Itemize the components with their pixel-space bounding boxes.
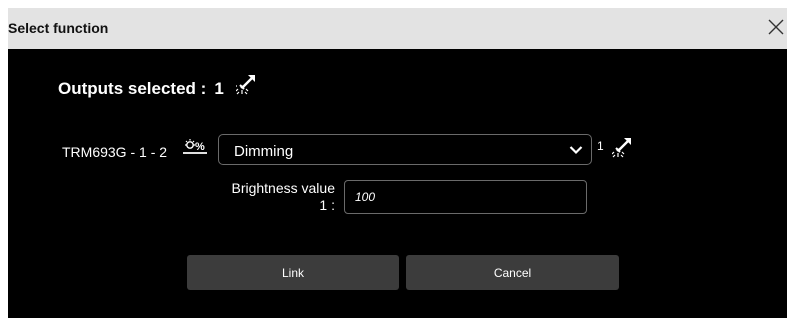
outputs-selected-count: 1 [214,79,224,98]
function-select[interactable]: Dimming [218,134,592,165]
dialog-titlebar: Select function [8,8,787,49]
brightness-value-label: Brightness value 1 : [221,180,335,214]
dimmer-bulb-icon: % [183,139,207,154]
cancel-button[interactable]: Cancel [406,255,619,290]
output-name-label: TRM693G - 1 - 2 [62,144,168,160]
close-icon[interactable] [765,16,787,38]
function-select-value: Dimming [234,143,294,160]
dimmer-icon-text: % [195,141,205,153]
link-button[interactable]: Link [187,255,399,290]
outputs-selected-label: Outputs selected : [58,79,207,98]
brightness-value-input[interactable] [344,180,587,214]
select-function-dialog: Select function Outputs selected : 1 TRM6… [8,8,787,318]
outputs-selected-summary: Outputs selected : 1 [58,79,224,99]
brightness-label-line1: Brightness value [231,180,335,196]
output-lamp-icon [612,138,631,158]
dialog-title: Select function [8,20,109,36]
output-lamp-icon [236,75,255,95]
dimmer-icon: % [183,138,208,159]
channel-count: 1 [597,139,604,153]
brightness-label-line2: 1 : [319,197,335,213]
chevron-down-icon [569,146,583,155]
